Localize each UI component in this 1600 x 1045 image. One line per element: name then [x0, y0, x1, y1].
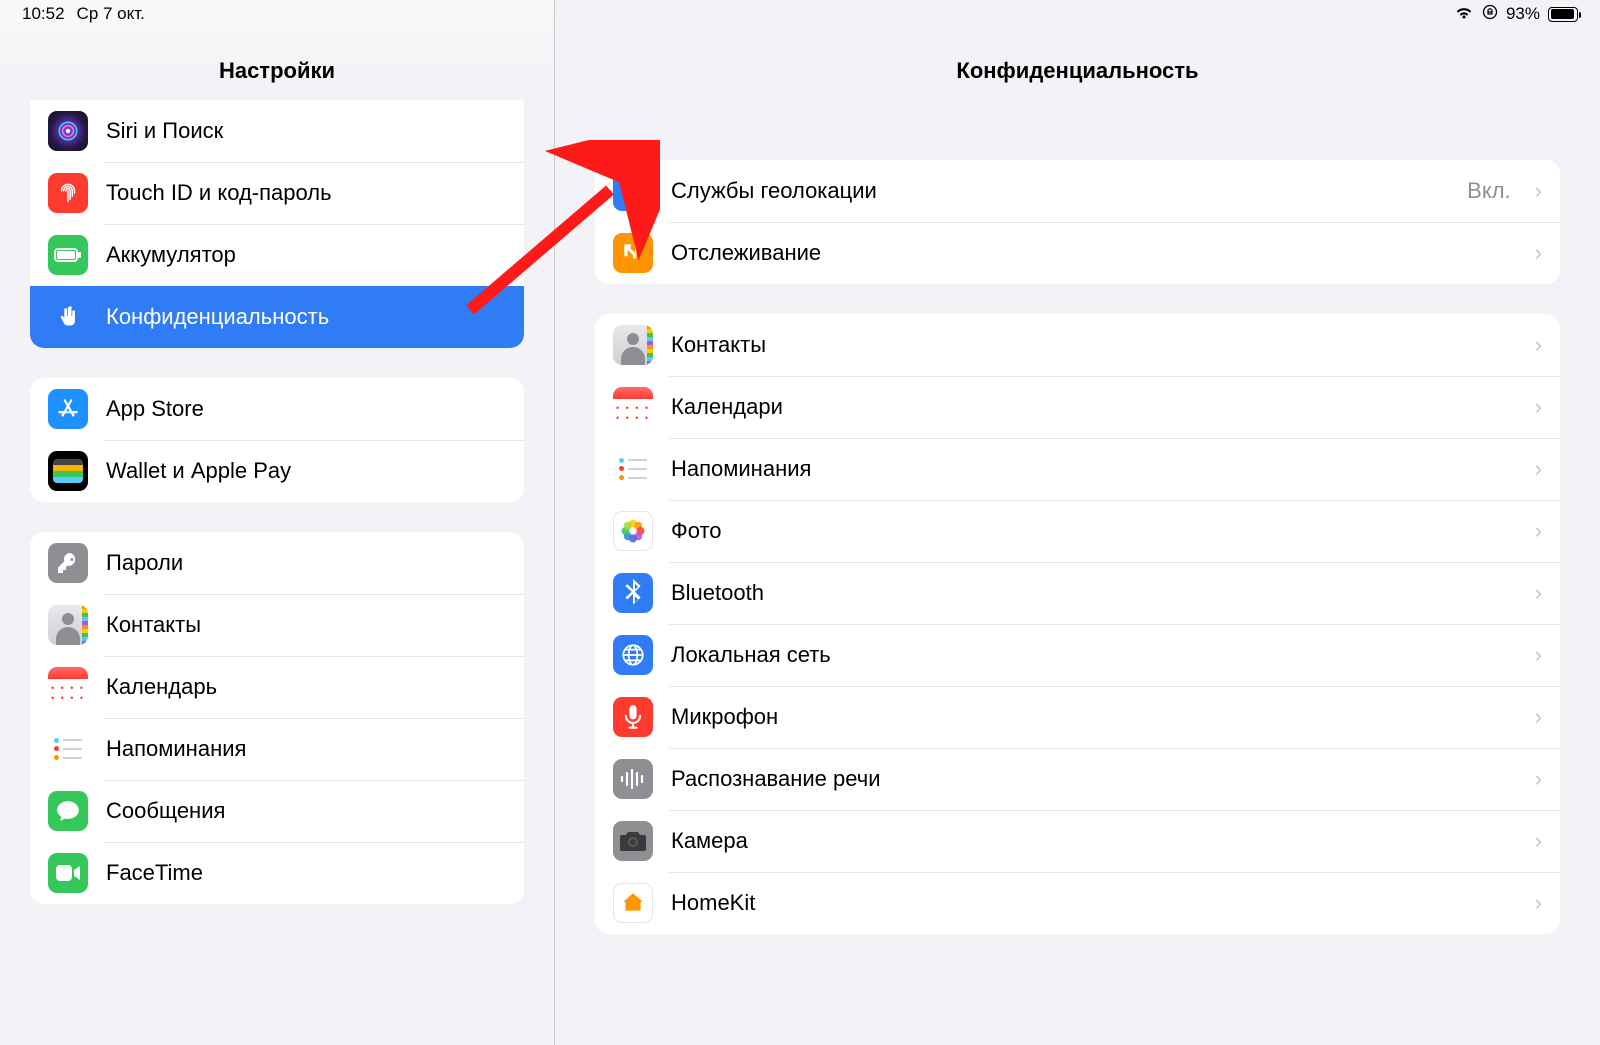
- sidebar-row-siri-и-поиск[interactable]: Siri и Поиск: [30, 100, 524, 162]
- detail-row-локальная-сеть[interactable]: Локальная сеть ›: [595, 624, 1560, 686]
- chevron-right-icon: ›: [1535, 240, 1542, 266]
- privacy-icon: [48, 297, 88, 337]
- chevron-right-icon: ›: [1535, 518, 1542, 544]
- row-value: Вкл.: [1467, 178, 1511, 204]
- localnet-icon: [613, 635, 653, 675]
- sidebar-row-конфиденциальность[interactable]: Конфиденциальность: [30, 286, 524, 348]
- chevron-right-icon: ›: [1535, 332, 1542, 358]
- speech-icon: [613, 759, 653, 799]
- facetime-icon: [48, 853, 88, 893]
- status-bar: 10:52 Ср 7 окт. 93%: [0, 0, 1600, 28]
- row-label: Камера: [671, 828, 1511, 854]
- sidebar-row-app-store[interactable]: App Store: [30, 378, 524, 440]
- sidebar-row-сообщения[interactable]: Сообщения: [30, 780, 524, 842]
- row-label: Пароли: [106, 550, 506, 576]
- detail-row-распознавание-речи[interactable]: Распознавание речи ›: [595, 748, 1560, 810]
- photos-icon: [613, 511, 653, 551]
- row-label: Фото: [671, 518, 1511, 544]
- row-label: FaceTime: [106, 860, 506, 886]
- wifi-icon: [1454, 4, 1474, 24]
- bluetooth-icon: [613, 573, 653, 613]
- sidebar-row-напоминания[interactable]: Напоминания: [30, 718, 524, 780]
- tracking-icon: [613, 233, 653, 273]
- row-label: Контакты: [106, 612, 506, 638]
- chevron-right-icon: ›: [1535, 456, 1542, 482]
- row-label: App Store: [106, 396, 506, 422]
- calendar-icon: • • • •• • • •: [613, 387, 653, 427]
- row-label: Аккумулятор: [106, 242, 506, 268]
- sidebar-row-аккумулятор[interactable]: Аккумулятор: [30, 224, 524, 286]
- detail-group: Контакты›• • • •• • • •Календари›Напомин…: [595, 314, 1560, 934]
- status-date: Ср 7 окт.: [77, 4, 145, 24]
- row-label: Контакты: [671, 332, 1511, 358]
- row-label: Напоминания: [671, 456, 1511, 482]
- row-label: Сообщения: [106, 798, 506, 824]
- contacts-icon: [613, 325, 653, 365]
- detail-row-фото[interactable]: Фото ›: [595, 500, 1560, 562]
- row-label: Напоминания: [106, 736, 506, 762]
- contacts-icon: [48, 605, 88, 645]
- row-label: Календари: [671, 394, 1511, 420]
- detail-group: Службы геолокации Вкл. › Отслеживание ›: [595, 160, 1560, 284]
- row-label: Конфиденциальность: [106, 304, 506, 330]
- chevron-right-icon: ›: [1535, 580, 1542, 606]
- row-label: HomeKit: [671, 890, 1511, 916]
- row-label: Микрофон: [671, 704, 1511, 730]
- detail-row-календари[interactable]: • • • •• • • • Календари ›: [595, 376, 1560, 438]
- chevron-right-icon: ›: [1535, 178, 1542, 204]
- row-label: Службы геолокации: [671, 178, 1449, 204]
- chevron-right-icon: ›: [1535, 766, 1542, 792]
- location-icon: [613, 171, 653, 211]
- battery-percent: 93%: [1506, 4, 1540, 24]
- rotation-lock-icon: [1482, 4, 1498, 25]
- homekit-icon: [613, 883, 653, 923]
- sidebar-row-wallet-и-apple-pay[interactable]: Wallet и Apple Pay: [30, 440, 524, 502]
- row-label: Распознавание речи: [671, 766, 1511, 792]
- sidebar-row-facetime[interactable]: FaceTime: [30, 842, 524, 904]
- sidebar-group: Siri и Поиск Touch ID и код-пароль Аккумул…: [30, 100, 524, 348]
- sidebar-row-пароли[interactable]: Пароли: [30, 532, 524, 594]
- chevron-right-icon: ›: [1535, 828, 1542, 854]
- row-label: Календарь: [106, 674, 506, 700]
- row-label: Siri и Поиск: [106, 118, 506, 144]
- status-time: 10:52: [22, 4, 65, 24]
- row-label: Локальная сеть: [671, 642, 1511, 668]
- detail-row-напоминания[interactable]: Напоминания ›: [595, 438, 1560, 500]
- detail-row-bluetooth[interactable]: Bluetooth ›: [595, 562, 1560, 624]
- detail-row-микрофон[interactable]: Микрофон ›: [595, 686, 1560, 748]
- chevron-right-icon: ›: [1535, 704, 1542, 730]
- mic-icon: [613, 697, 653, 737]
- detail-row-homekit[interactable]: HomeKit ›: [595, 872, 1560, 934]
- detail-row-контакты[interactable]: Контакты ›: [595, 314, 1560, 376]
- chevron-right-icon: ›: [1535, 890, 1542, 916]
- detail-row-службы-геолокации[interactable]: Службы геолокации Вкл. ›: [595, 160, 1560, 222]
- passwords-icon: [48, 543, 88, 583]
- settings-sidebar: Настройки Siri и ПоискTouch ID и код-пар…: [0, 0, 555, 1045]
- reminders-icon: [48, 729, 88, 769]
- sidebar-group: Пароли Контакты • • • •• • • • Календарь Нап…: [30, 532, 524, 904]
- row-label: Bluetooth: [671, 580, 1511, 606]
- wallet-icon: [48, 451, 88, 491]
- sidebar-row-контакты[interactable]: Контакты: [30, 594, 524, 656]
- camera-icon: [613, 821, 653, 861]
- detail-row-камера[interactable]: Камера ›: [595, 810, 1560, 872]
- sidebar-row-touch-id-и-код-пароль[interactable]: Touch ID и код-пароль: [30, 162, 524, 224]
- detail-pane: Конфиденциальность Службы геолокацииВкл.…: [555, 0, 1600, 1045]
- touchid-icon: [48, 173, 88, 213]
- calendar-icon: • • • •• • • •: [48, 667, 88, 707]
- appstore-icon: [48, 389, 88, 429]
- detail-row-отслеживание[interactable]: Отслеживание ›: [595, 222, 1560, 284]
- sidebar-group: App Store Wallet и Apple Pay: [30, 378, 524, 502]
- reminders-icon: [613, 449, 653, 489]
- siri-icon: [48, 111, 88, 151]
- chevron-right-icon: ›: [1535, 642, 1542, 668]
- chevron-right-icon: ›: [1535, 394, 1542, 420]
- row-label: Отслеживание: [671, 240, 1511, 266]
- sidebar-row-календарь[interactable]: • • • •• • • • Календарь: [30, 656, 524, 718]
- messages-icon: [48, 791, 88, 831]
- battery-icon: [1548, 7, 1578, 22]
- battery-icon: [48, 235, 88, 275]
- row-label: Touch ID и код-пароль: [106, 180, 506, 206]
- row-label: Wallet и Apple Pay: [106, 458, 506, 484]
